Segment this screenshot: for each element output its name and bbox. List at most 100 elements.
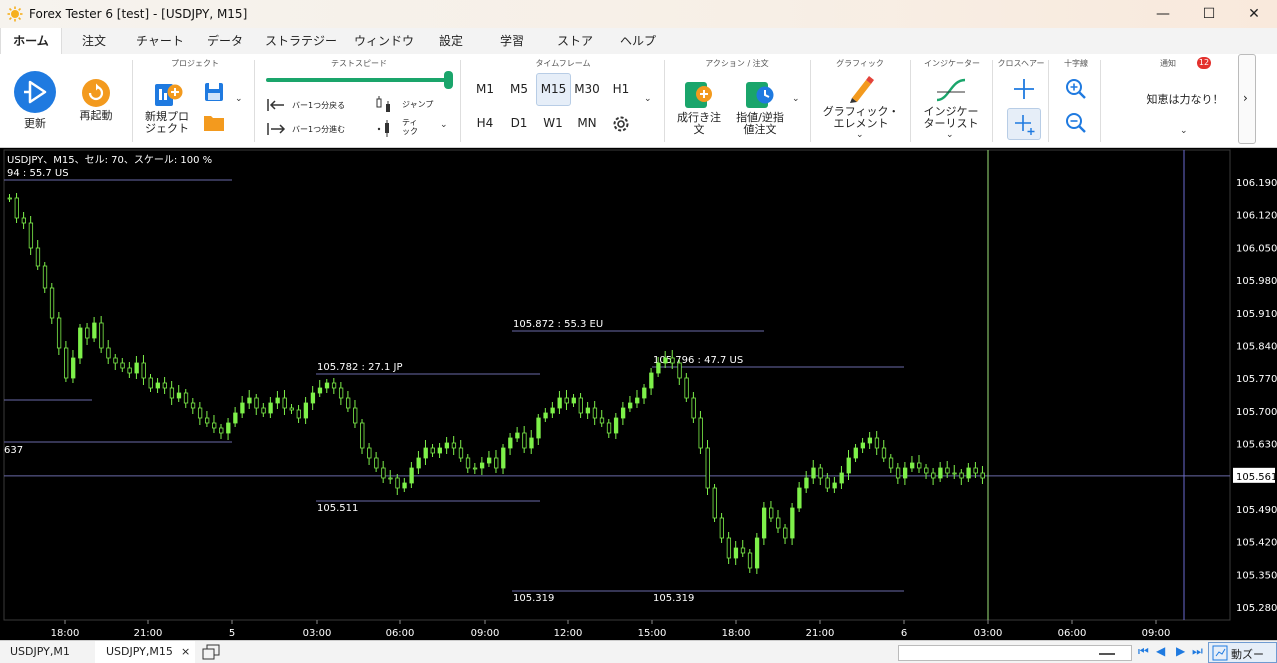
candle-body	[282, 397, 287, 409]
scroll-prev-icon[interactable]: ◀	[1156, 644, 1165, 658]
project-dropdown-icon[interactable]: ⌄	[235, 94, 243, 104]
minimize-button[interactable]: —	[1140, 0, 1186, 28]
back-one-bar-button[interactable]: バー1つ分戻る	[266, 98, 366, 114]
auto-zoom-label: 動ズー	[1231, 648, 1264, 661]
window-title: Forex Tester 6 [test] - [USDJPY, M15]	[29, 7, 248, 21]
candle-body	[825, 477, 830, 489]
tab-window[interactable]: ウィンドウ	[346, 28, 422, 54]
timeframe-m5-button[interactable]: M5	[503, 75, 535, 103]
candle-body	[670, 357, 675, 364]
timeframe-m1-button[interactable]: M1	[469, 75, 501, 103]
test-speed-slider[interactable]	[266, 71, 454, 89]
candle-body	[14, 197, 19, 219]
test-speed-dropdown-icon[interactable]: ⌄	[440, 120, 448, 130]
candle-body	[381, 467, 386, 479]
candle-body	[472, 467, 478, 470]
tick-button[interactable]: ティ ック	[374, 118, 444, 140]
graphic-elements-label: グラフィック・ エレメント	[822, 105, 900, 130]
scroll-first-icon[interactable]: ⏮	[1138, 644, 1149, 659]
timeframe-mn-button[interactable]: MN	[571, 109, 603, 137]
step-forward-icon	[267, 123, 286, 135]
candle-body	[712, 487, 717, 519]
time-tick-label: 21:00	[134, 628, 163, 639]
candle-body	[790, 507, 795, 539]
chart-tab-m15-label: USDJPY,M15	[106, 645, 173, 658]
timeframe-w1-button[interactable]: W1	[537, 109, 569, 137]
tab-learning[interactable]: 学習	[480, 28, 544, 54]
scroll-last-icon[interactable]: ⏭	[1192, 644, 1203, 659]
notice-dropdown-icon[interactable]: ⌄	[1180, 126, 1188, 136]
timeframe-d1-button[interactable]: D1	[503, 109, 535, 137]
maximize-button[interactable]: ☐	[1186, 0, 1232, 28]
close-tab-icon[interactable]: ×	[181, 645, 190, 658]
candle-body	[331, 382, 337, 389]
candle-body	[620, 407, 626, 419]
chart-tab-m1[interactable]: USDJPY,M1	[10, 645, 70, 658]
market-order-button[interactable]: 成行き注 文	[672, 78, 726, 138]
update-button[interactable]: 更新	[12, 68, 58, 132]
zoom-out-icon[interactable]	[1065, 112, 1087, 134]
ribbon-toolbar: 更新 再起動 プロジェクト 新規プロ ジェクト ⌄ テストスピード バー1つ分戻…	[0, 54, 1277, 148]
candle-body	[56, 317, 62, 349]
limit-stop-order-button[interactable]: 指値/逆指 値注文	[730, 78, 790, 138]
tab-store[interactable]: ストア	[544, 28, 606, 54]
candle-body	[797, 487, 802, 509]
horizontal-scrollbar[interactable]	[898, 645, 1132, 661]
tab-order[interactable]: 注文	[62, 28, 126, 54]
tab-chart[interactable]: チャート	[126, 28, 194, 54]
auto-zoom-button[interactable]: 動ズー	[1208, 642, 1277, 663]
ribbon-scroll-right-button[interactable]: ›	[1238, 54, 1256, 144]
timeframe-dropdown-icon[interactable]: ⌄	[644, 94, 652, 104]
notice-text[interactable]: 知恵は力なり！	[1130, 94, 1240, 106]
price-tick-label: 106.120	[1236, 211, 1277, 222]
order-dropdown-icon[interactable]: ⌄	[792, 94, 800, 104]
zoom-in-icon[interactable]	[1065, 78, 1087, 100]
candle-body	[592, 407, 598, 419]
candle-body	[895, 467, 901, 479]
price-tick-label: 105.980	[1236, 276, 1277, 287]
new-project-button[interactable]: 新規プロ ジェクト	[142, 78, 194, 136]
candle-body	[973, 467, 978, 474]
candle-body	[465, 457, 471, 469]
tab-home[interactable]: ホーム	[0, 28, 62, 54]
candle-body	[726, 537, 732, 559]
forward-one-bar-button[interactable]: バー1つ分進む	[266, 122, 366, 138]
candle-body	[881, 447, 887, 459]
close-button[interactable]: ✕	[1231, 0, 1277, 28]
candle-body	[578, 397, 583, 414]
tab-data[interactable]: データ	[194, 28, 256, 54]
crosshair-plus-button[interactable]	[1007, 108, 1041, 140]
price-chart[interactable]: 106.190 106.120 106.050 105.980 105.910 105.8…	[0, 148, 1277, 640]
candle-body	[409, 467, 414, 484]
price-tick-label: 105.910	[1236, 309, 1277, 320]
timeframe-h1-button[interactable]: H1	[605, 75, 637, 103]
tab-settings[interactable]: 設定	[422, 28, 480, 54]
high-annotation-2-label: 105.872 : 55.3 EU	[513, 319, 603, 330]
timeframe-m15-button[interactable]: M15	[536, 73, 571, 106]
timeframe-h4-button[interactable]: H4	[469, 109, 501, 137]
timeframe-settings-gear-icon[interactable]	[611, 114, 631, 134]
save-icon[interactable]	[204, 82, 224, 102]
new-window-icon[interactable]	[202, 644, 220, 660]
candlestick-chart[interactable]: 106.190 106.120 106.050 105.980 105.910 105.8…	[0, 148, 1277, 640]
tab-help[interactable]: ヘルプ	[606, 28, 670, 54]
graphic-elements-button[interactable]: グラフィック・ エレメント ⌄	[822, 74, 900, 144]
action-order-group-title: アクション / 注文	[705, 59, 769, 68]
indicator-list-button[interactable]: インジケー ターリスト ⌄	[916, 74, 986, 144]
time-tick-label: 06:00	[386, 628, 415, 639]
scroll-next-icon[interactable]: ▶	[1176, 644, 1185, 658]
tab-strategy[interactable]: ストラテジー	[256, 28, 346, 54]
price-tick-label: 106.050	[1236, 243, 1277, 254]
candle-body	[254, 397, 259, 409]
chart-tab-m15[interactable]: USDJPY,M15 ×	[95, 641, 195, 663]
price-tick-label: 105.770	[1236, 374, 1277, 385]
jump-button[interactable]: ジャンプ	[374, 96, 444, 114]
candle-body	[522, 432, 527, 449]
timeframe-m30-button[interactable]: M30	[571, 75, 603, 103]
open-folder-icon[interactable]	[203, 113, 225, 133]
candle-body	[317, 387, 323, 394]
crosshair-icon[interactable]	[1013, 78, 1035, 100]
price-tick-label: 105.280	[1236, 603, 1277, 614]
restart-button[interactable]: 再起動	[76, 76, 116, 132]
candle-body	[402, 482, 407, 489]
